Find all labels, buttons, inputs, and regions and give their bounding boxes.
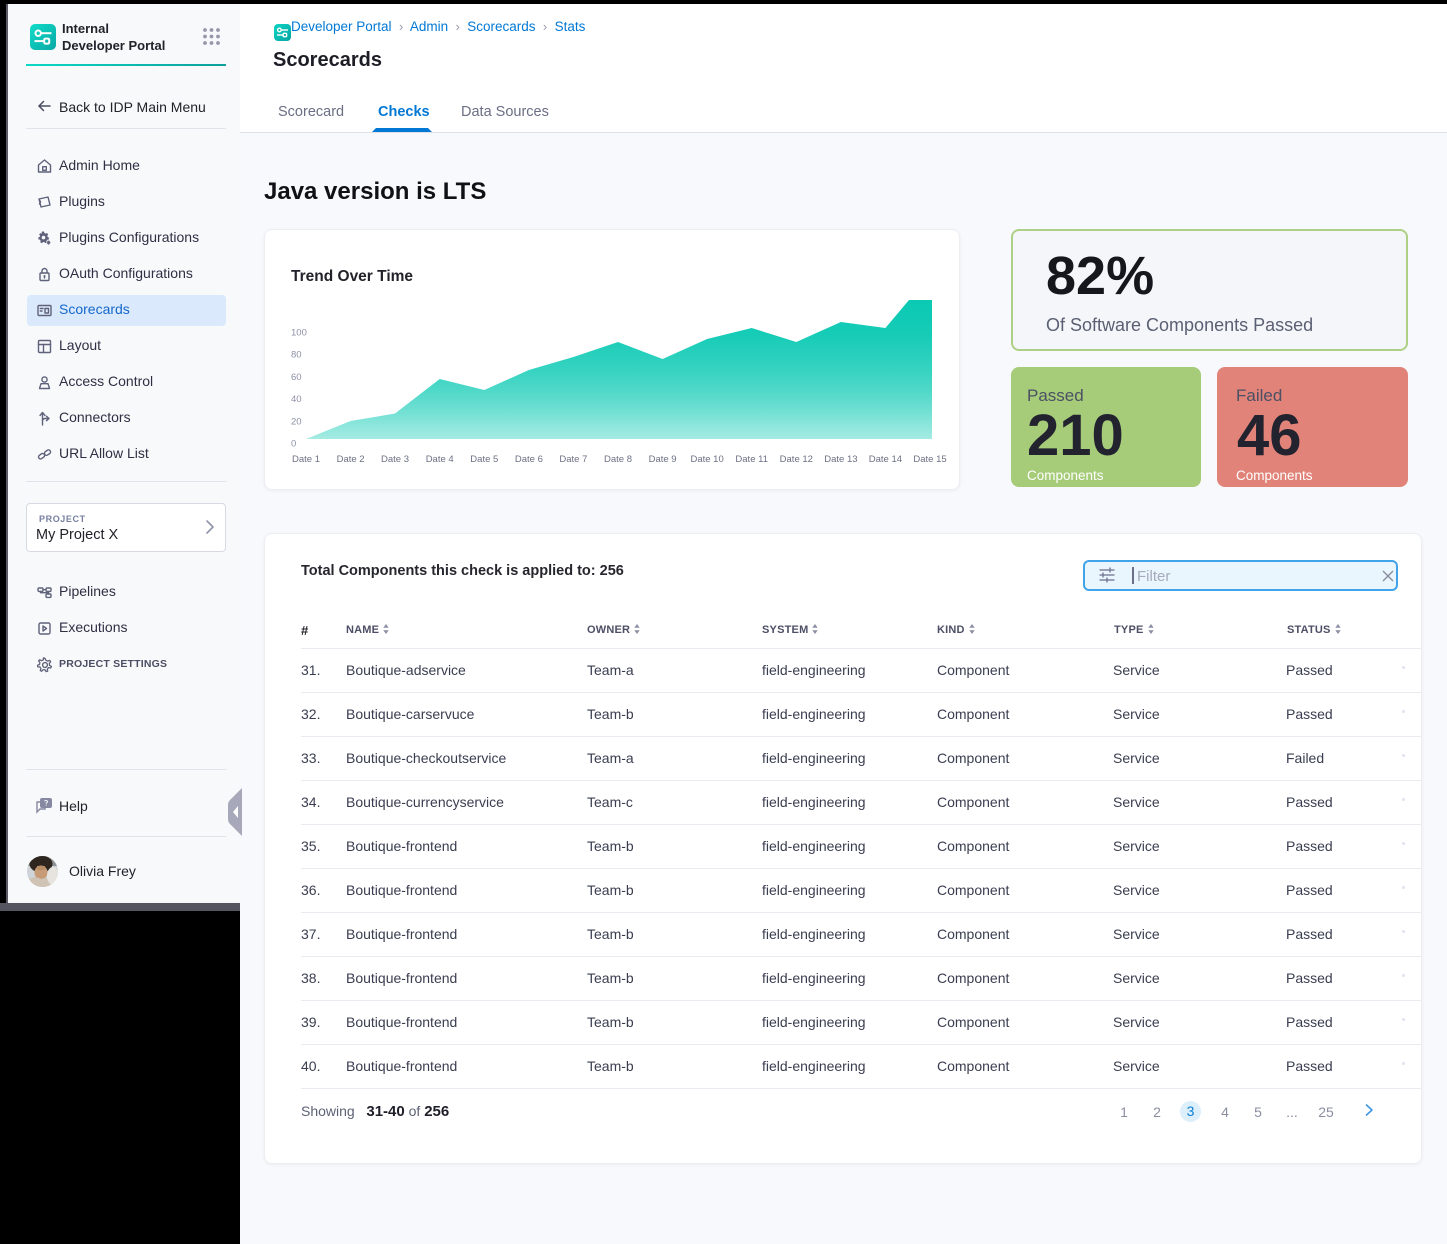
svg-text:80: 80 (291, 350, 302, 361)
svg-text:Date 3: Date 3 (381, 454, 409, 465)
svg-text:Date 1: Date 1 (292, 454, 320, 465)
svg-text:Date 11: Date 11 (735, 454, 768, 465)
svg-text:Date 9: Date 9 (649, 454, 677, 465)
svg-text:Date 12: Date 12 (780, 454, 813, 465)
svg-text:Date 14: Date 14 (869, 454, 902, 465)
svg-text:Date 13: Date 13 (824, 454, 857, 465)
svg-text:Date 10: Date 10 (690, 454, 723, 465)
svg-text:20: 20 (291, 417, 302, 428)
svg-text:Date 15: Date 15 (913, 454, 946, 465)
svg-text:100: 100 (291, 328, 307, 339)
svg-text:Date 6: Date 6 (515, 454, 543, 465)
svg-text:Date 4: Date 4 (426, 454, 454, 465)
svg-text:40: 40 (291, 394, 302, 405)
svg-text:Date 7: Date 7 (559, 454, 587, 465)
svg-text:Date 8: Date 8 (604, 454, 632, 465)
svg-text:Date 5: Date 5 (470, 454, 498, 465)
svg-text:Date 2: Date 2 (337, 454, 365, 465)
svg-text:60: 60 (291, 372, 302, 383)
svg-text:0: 0 (291, 439, 296, 450)
